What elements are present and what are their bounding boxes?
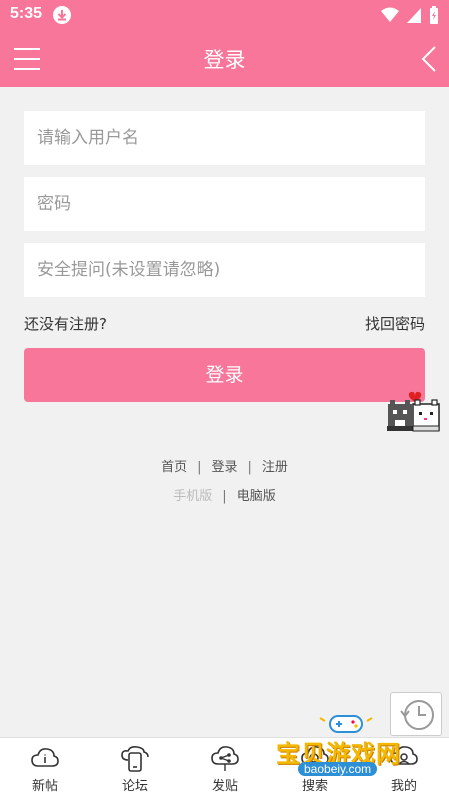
battery-icon [430,6,438,24]
separator: | [222,489,227,504]
tab-new-posts[interactable]: 新帖 [0,738,90,798]
forgot-password-link[interactable]: 找回密码 [365,313,425,334]
footer-link-login[interactable]: 登录 [211,460,237,475]
site-watermark: 宝贝游戏网 baobeiy.com [272,712,422,792]
mobile-version-link[interactable]: 手机版 [173,489,212,504]
register-link[interactable]: 还没有注册? [24,313,107,334]
password-input[interactable] [24,177,425,231]
version-links: 手机版 | 电脑版 [0,485,449,504]
pixel-cats-image [387,391,440,432]
tab-post[interactable]: 发贴 [180,738,270,798]
tab-label: 发贴 [211,779,238,794]
cloud-share-icon [211,746,239,771]
download-icon [53,6,71,24]
tab-forum[interactable]: 论坛 [90,738,180,798]
phone-icon [121,746,149,772]
separator: | [247,460,252,475]
status-bar: 5:35 [0,0,449,30]
page-title: 登录 [203,48,246,72]
watermark-url: baobeiy.com [298,762,378,776]
pc-version-link[interactable]: 电脑版 [237,489,276,504]
cloud-info-icon [31,748,59,767]
wifi-icon [381,7,399,22]
status-icons [381,6,439,24]
footer-link-home[interactable]: 首页 [161,460,187,475]
back-icon[interactable] [421,46,437,72]
tab-label: 新帖 [31,779,58,794]
login-button[interactable]: 登录 [24,348,425,402]
signal-icon [407,8,421,23]
footer-link-register[interactable]: 注册 [262,460,288,475]
status-time: 5:35 [10,5,43,22]
username-input[interactable] [24,111,425,165]
title-bar: 登录 [0,30,449,87]
separator: | [197,460,202,475]
tab-label: 论坛 [121,779,148,794]
security-question-input[interactable] [24,243,425,297]
footer-links: 首页 | 登录 | 注册 [0,456,449,475]
